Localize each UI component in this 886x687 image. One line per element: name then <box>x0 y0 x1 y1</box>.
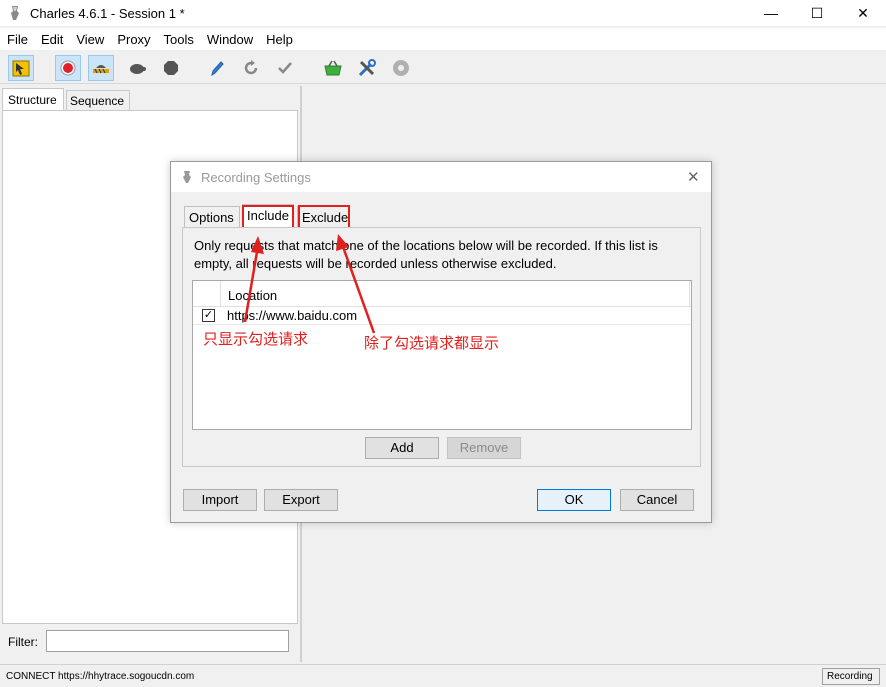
include-arrow <box>243 236 264 323</box>
exclude-arrow <box>336 234 376 334</box>
exclude-annotation: 除了勾选请求都显示 <box>364 335 500 352</box>
include-annotation: 只显示勾选请求 <box>203 331 309 348</box>
